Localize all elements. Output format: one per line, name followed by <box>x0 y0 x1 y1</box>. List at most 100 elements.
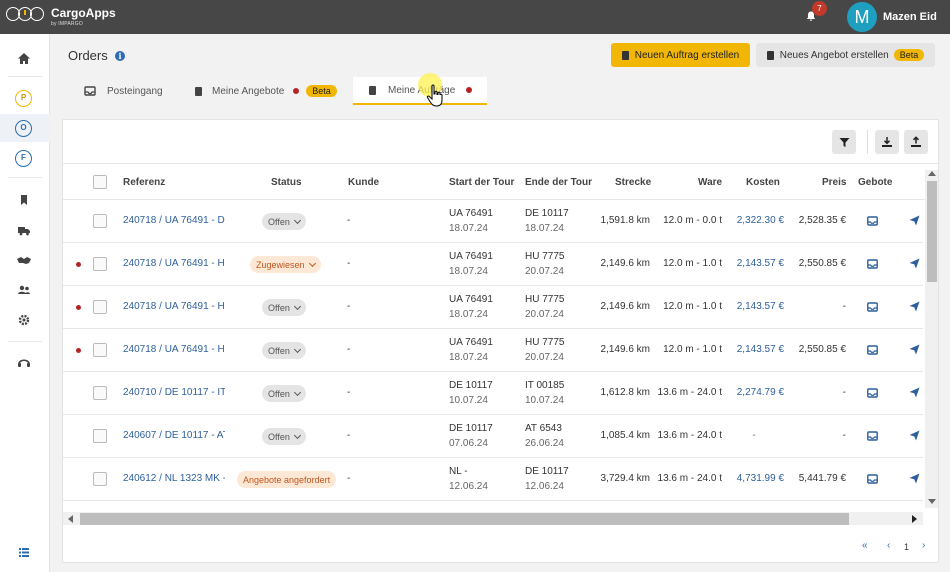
costs-link[interactable]: 2,274.79 € <box>724 387 784 398</box>
reference-link[interactable]: 240718 / UA 76491 - DE <box>123 215 225 226</box>
select-all-checkbox[interactable] <box>93 175 107 189</box>
reference-link[interactable]: 240710 / DE 10117 - IT <box>123 387 225 398</box>
sidebar-item-f[interactable]: F <box>15 150 32 167</box>
col-referenz[interactable]: Referenz <box>123 177 165 188</box>
row-checkbox[interactable] <box>93 343 107 357</box>
notification-count-badge[interactable]: 7 <box>812 1 827 16</box>
tab-meine-angebote[interactable]: Meine Angebote Beta <box>183 77 343 105</box>
send-icon[interactable] <box>909 215 920 226</box>
end-date: 20.07.24 <box>525 266 564 277</box>
upload-icon <box>911 136 921 147</box>
row-checkbox[interactable] <box>93 300 107 314</box>
customer-cell: - <box>347 344 351 355</box>
col-start[interactable]: Start der Tour <box>449 177 514 188</box>
status-badge[interactable]: Offen <box>262 385 306 402</box>
costs-link[interactable]: 2,143.57 € <box>724 258 784 269</box>
cargoapps-logo-icon[interactable] <box>6 7 44 21</box>
reference-link[interactable]: 240718 / UA 76491 - HU <box>123 344 225 355</box>
inbox-icon[interactable] <box>867 345 878 355</box>
handshake-icon[interactable] <box>15 251 33 269</box>
current-page[interactable]: 1 <box>904 542 909 552</box>
sidebar-item-p[interactable]: P <box>15 90 32 107</box>
table-row[interactable]: 240718 / UA 76491 - HU Offen - UA 76491 … <box>63 286 923 329</box>
bookmark-icon[interactable] <box>15 191 33 209</box>
prev-page-icon[interactable]: ‹ <box>887 540 890 551</box>
info-icon[interactable]: i <box>115 51 125 61</box>
home-icon[interactable] <box>15 50 33 68</box>
status-badge[interactable]: Zugewiesen <box>250 256 321 273</box>
send-icon[interactable] <box>909 387 920 398</box>
horizontal-scroll-thumb[interactable] <box>80 513 849 525</box>
truck-icon[interactable] <box>15 221 33 239</box>
col-kosten[interactable]: Kosten <box>746 177 780 188</box>
inbox-icon[interactable] <box>867 259 878 269</box>
user-name[interactable]: Mazen Eid <box>883 11 937 23</box>
row-checkbox[interactable] <box>93 429 107 443</box>
row-checkbox[interactable] <box>93 257 107 271</box>
users-icon[interactable] <box>15 281 33 299</box>
vertical-scroll-thumb[interactable] <box>927 181 937 282</box>
table-row[interactable]: 240607 / DE 10117 - AT Offen - DE 10117 … <box>63 415 923 458</box>
avatar[interactable]: M <box>847 2 877 32</box>
status-badge[interactable]: Offen <box>262 213 306 230</box>
send-icon[interactable] <box>909 430 920 441</box>
col-end[interactable]: Ende der Tour <box>525 177 592 188</box>
list-icon[interactable] <box>15 543 33 561</box>
start-location: UA 76491 <box>449 294 493 305</box>
filter-button[interactable] <box>832 130 856 154</box>
col-kunde[interactable]: Kunde <box>348 177 379 188</box>
inbox-icon[interactable] <box>867 302 878 312</box>
sidebar-item-o[interactable]: O <box>15 120 32 137</box>
row-checkbox[interactable] <box>93 386 107 400</box>
costs-link[interactable]: 2,143.57 € <box>724 344 784 355</box>
scroll-left-arrow-icon[interactable] <box>68 515 73 523</box>
send-icon[interactable] <box>909 258 920 269</box>
scroll-down-arrow-icon[interactable] <box>928 499 936 504</box>
status-badge[interactable]: Offen <box>262 299 306 316</box>
send-icon[interactable] <box>909 473 920 484</box>
costs-link[interactable]: 2,322.30 € <box>724 215 784 226</box>
table-row[interactable]: 240718 / UA 76491 - DE Offen - UA 76491 … <box>63 200 923 243</box>
costs-link[interactable]: 4,731.99 € <box>724 473 784 484</box>
reference-link[interactable]: 240718 / UA 76491 - HU <box>123 258 225 269</box>
first-page-icon[interactable]: « <box>862 540 868 551</box>
scroll-up-arrow-icon[interactable] <box>928 171 936 176</box>
col-gebote[interactable]: Gebote <box>858 177 892 188</box>
tab-posteingang[interactable]: Posteingang <box>72 77 172 105</box>
gear-icon[interactable] <box>15 311 33 329</box>
row-checkbox[interactable] <box>93 472 107 486</box>
status-badge[interactable]: Angebote angefordert <box>237 471 337 488</box>
inbox-icon[interactable] <box>867 474 878 484</box>
col-status[interactable]: Status <box>271 177 302 188</box>
status-badge[interactable]: Offen <box>262 428 306 445</box>
sidebar: P O F <box>0 34 50 572</box>
upload-button[interactable] <box>904 130 928 154</box>
filter-icon <box>839 137 849 147</box>
reference-link[interactable]: 240607 / DE 10117 - AT <box>123 430 225 441</box>
reference-link[interactable]: 240718 / UA 76491 - HU <box>123 301 225 312</box>
scroll-right-arrow-icon[interactable] <box>912 515 917 523</box>
inbox-icon[interactable] <box>867 431 878 441</box>
next-page-icon[interactable]: › <box>922 540 925 551</box>
new-order-button[interactable]: Neuen Auftrag erstellen <box>611 43 750 67</box>
status-badge[interactable]: Offen <box>262 342 306 359</box>
table-row[interactable]: 240718 / UA 76491 - HU Zugewiesen - UA 7… <box>63 243 923 286</box>
costs-link[interactable]: - <box>724 430 784 441</box>
send-icon[interactable] <box>909 301 920 312</box>
row-checkbox[interactable] <box>93 214 107 228</box>
download-button[interactable] <box>875 130 899 154</box>
table-row[interactable]: 240710 / DE 10117 - IT Offen - DE 10117 … <box>63 372 923 415</box>
start-location: NL - <box>449 466 468 477</box>
reference-link[interactable]: 240612 / NL 1323 MK - <box>123 473 225 484</box>
inbox-icon[interactable] <box>867 216 878 226</box>
col-preis[interactable]: Preis <box>822 177 846 188</box>
costs-link[interactable]: 2,143.57 € <box>724 301 784 312</box>
send-icon[interactable] <box>909 344 920 355</box>
inbox-icon[interactable] <box>867 388 878 398</box>
col-strecke[interactable]: Strecke <box>615 177 651 188</box>
table-row[interactable]: 240718 / UA 76491 - HU Offen - UA 76491 … <box>63 329 923 372</box>
headset-icon[interactable] <box>15 354 33 372</box>
table-row[interactable]: 240612 / NL 1323 MK - Angebote angeforde… <box>63 458 923 501</box>
new-offer-button[interactable]: Neues Angebot erstellen Beta <box>756 43 935 67</box>
col-ware[interactable]: Ware <box>698 177 722 188</box>
